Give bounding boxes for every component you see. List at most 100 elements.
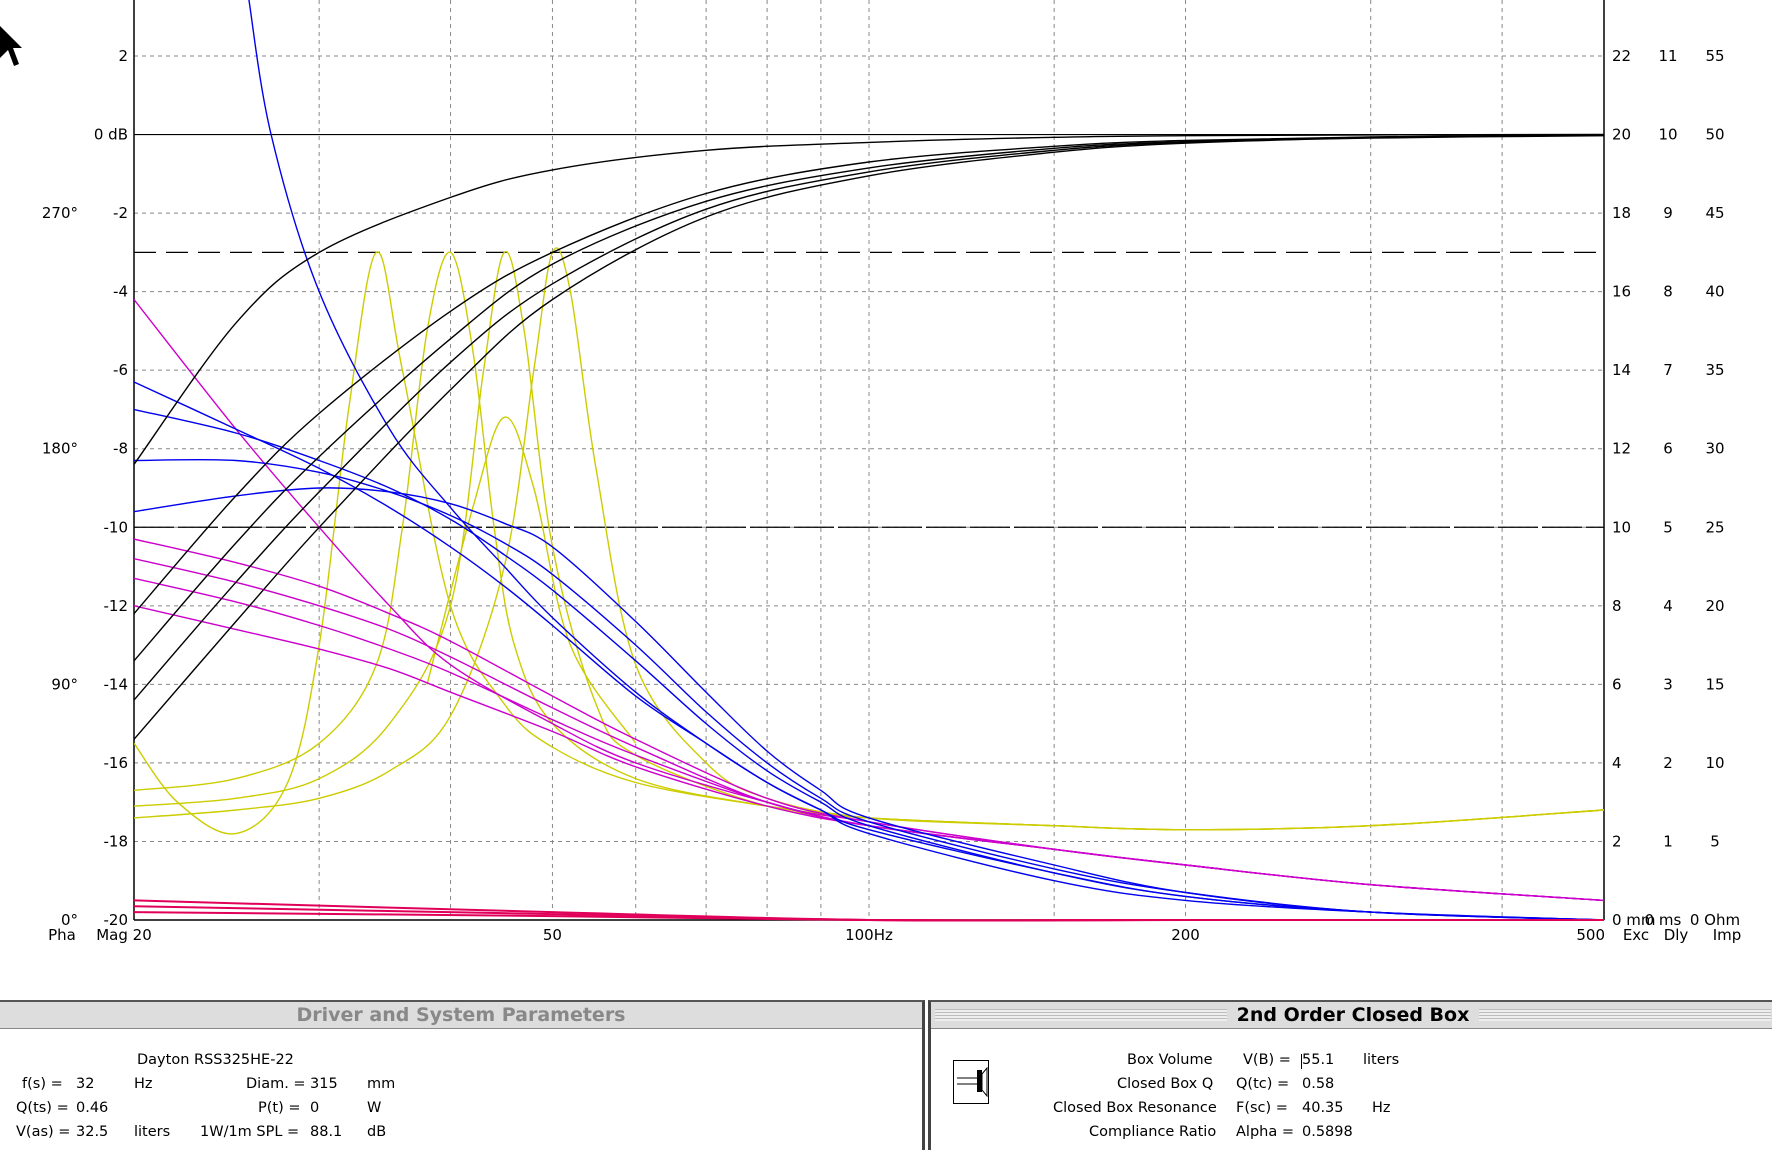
driver-panel-titlebar[interactable]: Driver and System Parameters	[0, 1002, 922, 1029]
impedance-tick-label: 20	[1705, 597, 1724, 615]
legend-delay: Dly	[1664, 926, 1689, 944]
fs-value[interactable]: 32	[76, 1076, 94, 1092]
excursion-tick-label: 8	[1612, 597, 1622, 615]
db-tick-label: -14	[104, 675, 129, 693]
delay-tick-label: 5	[1663, 518, 1673, 536]
fs-unit: Hz	[134, 1076, 153, 1092]
legend-excursion: Exc	[1623, 926, 1649, 944]
vas-label: V(as) =	[16, 1124, 71, 1140]
delay-tick-label: 8	[1663, 283, 1673, 301]
driver-parameters-panel: Driver and System Parameters Dayton RSS3…	[0, 1000, 925, 1150]
closed-box-resonance-name: Closed Box Resonance	[1053, 1100, 1217, 1116]
impedance-tick-label: 15	[1705, 675, 1724, 693]
db-tick-label: -12	[104, 597, 129, 615]
phase-tick-label: 90°	[51, 675, 78, 693]
closed-box-resonance-unit: Hz	[1372, 1100, 1391, 1116]
compliance-ratio-name: Compliance Ratio	[1089, 1124, 1217, 1140]
excursion-tick-label: 14	[1612, 361, 1631, 379]
legend-impedance: Imp	[1713, 926, 1742, 944]
driver-panel-title: Driver and System Parameters	[296, 1004, 626, 1026]
box-volume-unit: liters	[1363, 1052, 1400, 1068]
delay-tick-label: 10	[1658, 126, 1677, 144]
vas-unit: liters	[134, 1124, 171, 1140]
spl-value[interactable]: 88.1	[310, 1124, 342, 1140]
plot-canvas: 20 dB-2-4-6-8-10-12-14-16-18-20270°180°9…	[42, 0, 1742, 944]
db-tick-label: -16	[104, 754, 129, 772]
qts-value[interactable]: 0.46	[76, 1100, 108, 1116]
closed-box-panel: 2nd Order Closed Box Box Volume V(B) = 5…	[928, 1000, 1772, 1150]
db-tick-label: -10	[104, 518, 129, 536]
delay-tick-label: 7	[1663, 361, 1673, 379]
diam-value[interactable]: 315	[310, 1076, 338, 1092]
impedance-tick-label: 10	[1705, 754, 1724, 772]
frequency-tick-label: 50	[543, 926, 562, 944]
curve-mag	[134, 134, 1604, 662]
excursion-tick-label: 20	[1612, 126, 1631, 144]
impedance-tick-label: 35	[1705, 361, 1724, 379]
impedance-tick-label: 50	[1705, 126, 1724, 144]
impedance-tick-label: 30	[1705, 440, 1724, 458]
frequency-tick-label: 200	[1171, 926, 1200, 944]
closed-box-q-value[interactable]: 0.58	[1302, 1076, 1334, 1092]
curve-imp	[426, 416, 637, 744]
vas-value[interactable]: 32.5	[76, 1124, 108, 1140]
db-tick-label: 0 dB	[94, 126, 128, 144]
db-tick-label: -18	[104, 832, 129, 850]
diam-label: Diam. =	[246, 1076, 306, 1092]
delay-tick-label: 4	[1663, 597, 1673, 615]
delay-tick-label: 9	[1663, 204, 1673, 222]
fs-label: f(s) =	[22, 1076, 63, 1092]
qts-label: Q(ts) =	[16, 1100, 69, 1116]
frequency-tick-label: 500	[1576, 926, 1605, 944]
closed-box-q-label: Q(tc) =	[1236, 1076, 1290, 1092]
excursion-tick-label: 16	[1612, 283, 1631, 301]
pt-unit: W	[367, 1100, 382, 1116]
closed-box-resonance-value[interactable]: 40.35	[1302, 1100, 1344, 1116]
frequency-tick-label: Mag 20	[96, 926, 152, 944]
excursion-tick-label: 6	[1612, 675, 1622, 693]
box-volume-name: Box Volume	[1127, 1052, 1213, 1068]
driver-name: Dayton RSS325HE-22	[137, 1052, 294, 1068]
diam-unit: mm	[367, 1076, 396, 1092]
box-volume-input[interactable]: 55.1	[1302, 1052, 1334, 1068]
delay-tick-label: 2	[1663, 754, 1673, 772]
db-tick-label: -8	[113, 440, 128, 458]
mouse-pointer-icon	[0, 26, 22, 66]
pt-label: P(t) =	[258, 1100, 301, 1116]
impedance-tick-label: 40	[1705, 283, 1724, 301]
impedance-tick-label: 45	[1705, 204, 1724, 222]
box-panel-titlebar[interactable]: 2nd Order Closed Box	[931, 1002, 1772, 1029]
curve-mag	[134, 134, 1604, 615]
delay-tick-label: 11	[1658, 47, 1677, 65]
excursion-tick-label: 10	[1612, 518, 1631, 536]
impedance-tick-label: 55	[1705, 47, 1724, 65]
box-panel-title: 2nd Order Closed Box	[1236, 1004, 1470, 1026]
closed-box-q-name: Closed Box Q	[1117, 1076, 1214, 1092]
spl-label: 1W/1m SPL =	[200, 1124, 300, 1140]
closed-box-icon[interactable]	[953, 1060, 989, 1104]
excursion-tick-label: 22	[1612, 47, 1631, 65]
phase-tick-label: 180°	[42, 440, 78, 458]
excursion-tick-label: 12	[1612, 440, 1631, 458]
box-volume-label: V(B) =	[1243, 1052, 1291, 1068]
response-plot: 20 dB -2 -4 -6 -8 -10 -12 -14 -16 -18 -20 270° 180° 9…	[0, 0, 1772, 990]
impedance-tick-label: 25	[1705, 518, 1724, 536]
pt-value[interactable]: 0	[310, 1100, 319, 1116]
titlebar-stripes-right	[1479, 1009, 1772, 1021]
phase-tick-label: 270°	[42, 204, 78, 222]
titlebar-stripes-left	[935, 1009, 1227, 1021]
db-tick-label: -4	[113, 283, 128, 301]
closed-box-resonance-label: F(sc) =	[1236, 1100, 1288, 1116]
db-tick-label: 2	[118, 47, 128, 65]
delay-tick-label: 6	[1663, 440, 1673, 458]
db-tick-label: -6	[113, 361, 128, 379]
excursion-tick-label: 2	[1612, 832, 1622, 850]
frequency-tick-label: 100Hz	[845, 926, 893, 944]
delay-tick-label: 3	[1663, 675, 1673, 693]
spl-unit: dB	[367, 1124, 387, 1140]
db-tick-label: -2	[113, 204, 128, 222]
legend-phase: Pha	[48, 926, 76, 944]
compliance-ratio-label: Alpha =	[1236, 1124, 1294, 1140]
impedance-tick-label: 5	[1710, 832, 1720, 850]
compliance-ratio-value[interactable]: 0.5898	[1302, 1124, 1353, 1140]
